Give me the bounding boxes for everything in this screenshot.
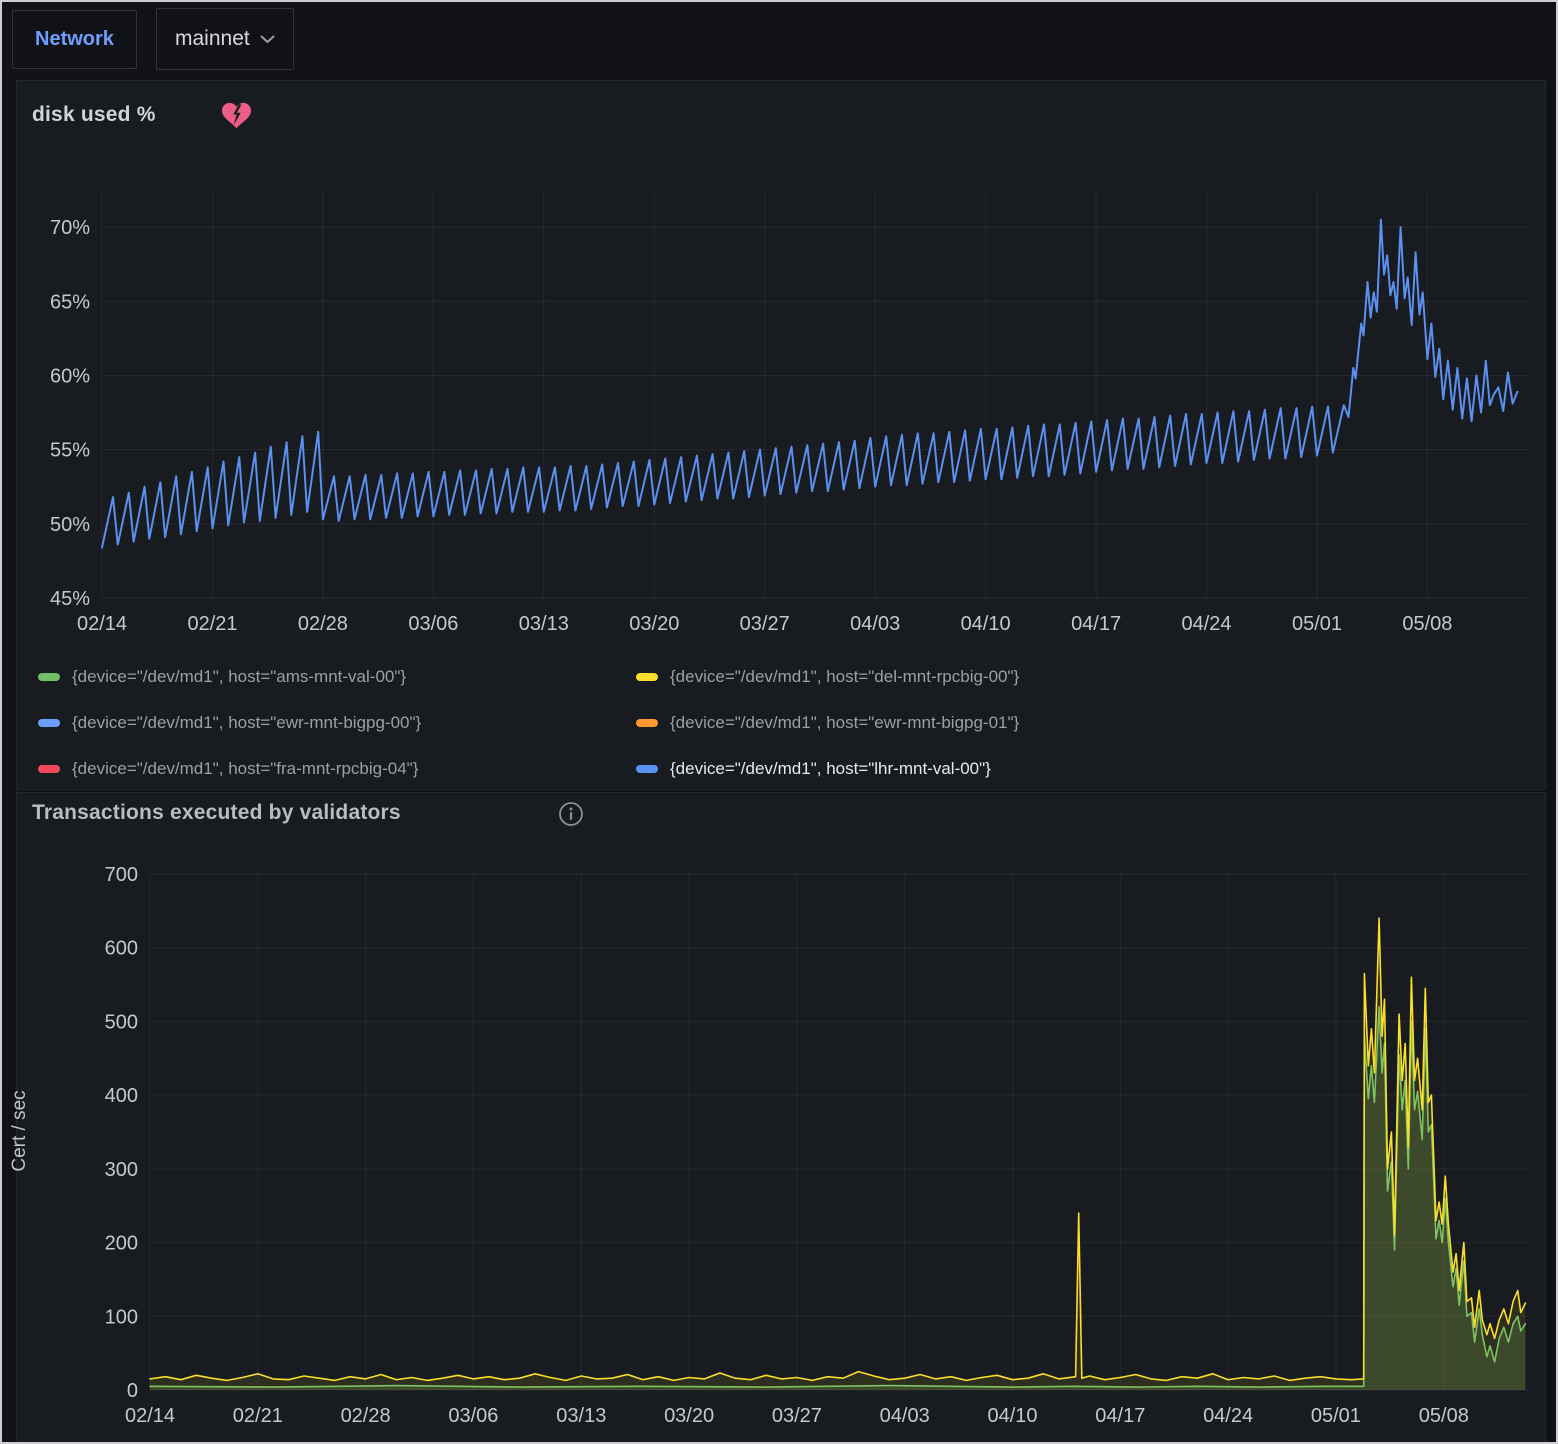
legend-swatch [38, 673, 60, 681]
disk-used-legend: {device="/dev/md1", host="ams-mnt-val-00… [38, 654, 1532, 792]
x-tick-label: 03/20 [629, 613, 679, 635]
legend-item[interactable]: {device="/dev/md1", host="del-mnt-rpcbig… [636, 654, 1532, 700]
y-tick-label: 60% [50, 366, 90, 388]
x-tick-label: 04/03 [880, 1405, 930, 1427]
x-tick-label: 05/08 [1419, 1405, 1469, 1427]
legend-swatch [636, 673, 658, 681]
y-tick-label: 0 [127, 1380, 138, 1402]
x-tick-label: 02/14 [125, 1405, 175, 1427]
network-variable-label: Network [12, 10, 137, 69]
x-tick-label: 02/21 [233, 1405, 283, 1427]
y-tick-label: 70% [50, 217, 90, 239]
y-tick-label: 65% [50, 291, 90, 313]
x-tick-label: 04/10 [961, 613, 1011, 635]
legend-swatch [38, 719, 60, 727]
legend-label: {device="/dev/md1", host="ewr-mnt-bigpg-… [670, 713, 1019, 733]
y-tick-label: 100 [105, 1306, 138, 1328]
x-tick-label: 04/17 [1095, 1405, 1145, 1427]
x-tick-label: 02/28 [298, 613, 348, 635]
y-tick-label: 50% [50, 514, 90, 536]
x-tick-label: 05/08 [1402, 613, 1452, 635]
x-tick-label: 03/13 [519, 613, 569, 635]
series-line [150, 918, 1525, 1380]
legend-item[interactable]: {device="/dev/md1", host="lhr-mnt-val-00… [636, 746, 1532, 792]
info-icon[interactable] [558, 801, 584, 827]
x-tick-label: 03/20 [664, 1405, 714, 1427]
legend-swatch [38, 765, 60, 773]
x-tick-label: 04/03 [850, 613, 900, 635]
legend-item[interactable]: {device="/dev/md1", host="ewr-mnt-bigpg-… [38, 700, 636, 746]
series-area [150, 918, 1525, 1390]
x-tick-label: 03/27 [772, 1405, 822, 1427]
transactions-chart[interactable]: 02/14 02/21 02/28 03/06 03/13 03/20 03/27 04/03… [16, 852, 1546, 1444]
x-tick-label: 05/01 [1292, 613, 1342, 635]
x-tick-label: 03/06 [408, 613, 458, 635]
y-tick-label: 400 [105, 1085, 138, 1107]
x-tick-label: 02/28 [341, 1405, 391, 1427]
x-tick-label: 03/27 [740, 613, 790, 635]
variables-bar: Network mainnet [2, 2, 1556, 78]
legend-item[interactable]: {device="/dev/md1", host="fra-mnt-rpcbig… [38, 746, 636, 792]
x-tick-label: 02/14 [77, 613, 127, 635]
y-tick-label: 500 [105, 1011, 138, 1033]
legend-label: {device="/dev/md1", host="lhr-mnt-val-00… [670, 759, 991, 779]
chart-svg: 02/14 02/21 02/28 03/06 03/13 03/20 03/27 04/03… [16, 150, 1546, 652]
legend-swatch [636, 719, 658, 727]
legend-label: {device="/dev/md1", host="ams-mnt-val-00… [72, 667, 406, 687]
x-tick-label: 04/24 [1203, 1405, 1253, 1427]
y-tick-label: 45% [50, 588, 90, 610]
y-tick-label: 55% [50, 440, 90, 462]
legend-label: {device="/dev/md1", host="ewr-mnt-bigpg-… [72, 713, 421, 733]
x-tick-label: 04/24 [1181, 613, 1231, 635]
chart-svg: 02/14 02/21 02/28 03/06 03/13 03/20 03/27 04/03… [16, 852, 1546, 1444]
y-tick-label: 700 [105, 864, 138, 886]
broken-heart-icon [222, 101, 251, 129]
network-variable-dropdown[interactable]: mainnet [156, 8, 294, 70]
y-tick-label: 600 [105, 938, 138, 960]
series-line [102, 220, 1517, 548]
x-tick-label: 04/17 [1071, 613, 1121, 635]
network-label-text: Network [35, 28, 114, 51]
legend-label: {device="/dev/md1", host="fra-mnt-rpcbig… [72, 759, 418, 779]
x-tick-label: 02/21 [187, 613, 237, 635]
panel-transactions-title[interactable]: Transactions executed by validators [32, 801, 401, 825]
x-tick-label: 03/13 [556, 1405, 606, 1427]
series-line [150, 1007, 1525, 1387]
x-tick-label: 05/01 [1311, 1405, 1361, 1427]
series-area [150, 1007, 1525, 1390]
y-tick-label: 200 [105, 1233, 138, 1255]
y-tick-label: 300 [105, 1159, 138, 1181]
x-tick-label: 04/10 [987, 1405, 1037, 1427]
disk-used-chart[interactable]: 02/14 02/21 02/28 03/06 03/13 03/20 03/27 04/03… [16, 150, 1546, 652]
panel-disk-used-title[interactable]: disk used % [32, 103, 156, 127]
legend-label: {device="/dev/md1", host="del-mnt-rpcbig… [670, 667, 1019, 687]
legend-item[interactable]: {device="/dev/md1", host="ewr-mnt-bigpg-… [636, 700, 1532, 746]
chevron-down-icon [260, 35, 275, 44]
network-value-text: mainnet [175, 27, 250, 51]
legend-swatch [636, 765, 658, 773]
legend-item[interactable]: {device="/dev/md1", host="ams-mnt-val-00… [38, 654, 636, 700]
x-tick-label: 03/06 [448, 1405, 498, 1427]
grafana-dashboard: Network mainnet disk used % 02/1402/2102… [0, 0, 1558, 1444]
